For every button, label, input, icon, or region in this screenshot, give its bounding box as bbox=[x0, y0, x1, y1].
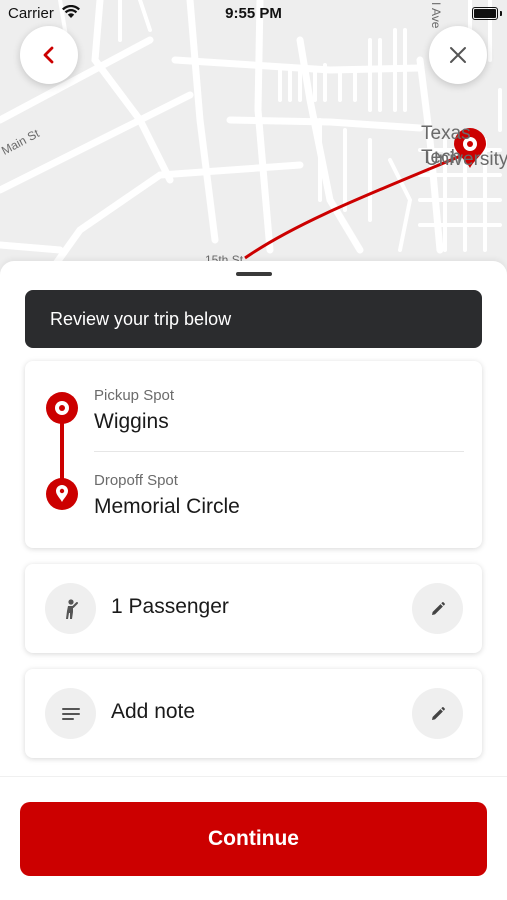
notes-icon bbox=[61, 707, 80, 720]
pickup-marker-icon bbox=[46, 392, 78, 424]
dropoff-label: Dropoff Spot bbox=[94, 472, 178, 489]
continue-button[interactable]: Continue bbox=[20, 802, 487, 876]
pickup-value: Wiggins bbox=[94, 410, 169, 433]
close-icon bbox=[450, 47, 466, 63]
trip-review-sheet: Review your trip below Pickup Spot Wiggi… bbox=[0, 261, 507, 900]
pencil-icon bbox=[431, 601, 445, 615]
add-note-label: Add note bbox=[111, 700, 196, 723]
status-bar: Carrier 9:55 PM bbox=[0, 0, 507, 28]
battery-icon bbox=[472, 7, 498, 20]
edit-passengers-button[interactable] bbox=[412, 583, 463, 634]
passenger-card[interactable]: 1 Passenger bbox=[25, 564, 482, 653]
clock: 9:55 PM bbox=[225, 5, 282, 22]
back-button[interactable] bbox=[20, 26, 78, 84]
pencil-icon bbox=[431, 706, 445, 720]
dropoff-marker-icon bbox=[46, 478, 78, 510]
passenger-icon-wrap bbox=[45, 583, 96, 634]
note-card[interactable]: Add note bbox=[25, 669, 482, 758]
footer-divider bbox=[0, 776, 507, 777]
map-campus-label: University bbox=[425, 149, 507, 170]
battery-tip bbox=[500, 11, 502, 16]
note-icon-wrap bbox=[45, 688, 96, 739]
close-button[interactable] bbox=[429, 26, 487, 84]
dropoff-value: Memorial Circle bbox=[94, 495, 240, 518]
banner-text: Review your trip below bbox=[50, 308, 232, 329]
route-card: Pickup Spot Wiggins Dropoff Spot Memoria… bbox=[25, 361, 482, 548]
passenger-count: 1 Passenger bbox=[111, 595, 229, 618]
pickup-label: Pickup Spot bbox=[94, 387, 175, 404]
continue-label: Continue bbox=[208, 827, 299, 850]
review-banner: Review your trip below bbox=[25, 290, 482, 348]
person-icon bbox=[65, 598, 78, 619]
route-divider bbox=[94, 451, 464, 452]
edit-note-button[interactable] bbox=[412, 688, 463, 739]
chevron-left-icon bbox=[43, 46, 54, 64]
sheet-handle[interactable] bbox=[236, 272, 272, 276]
